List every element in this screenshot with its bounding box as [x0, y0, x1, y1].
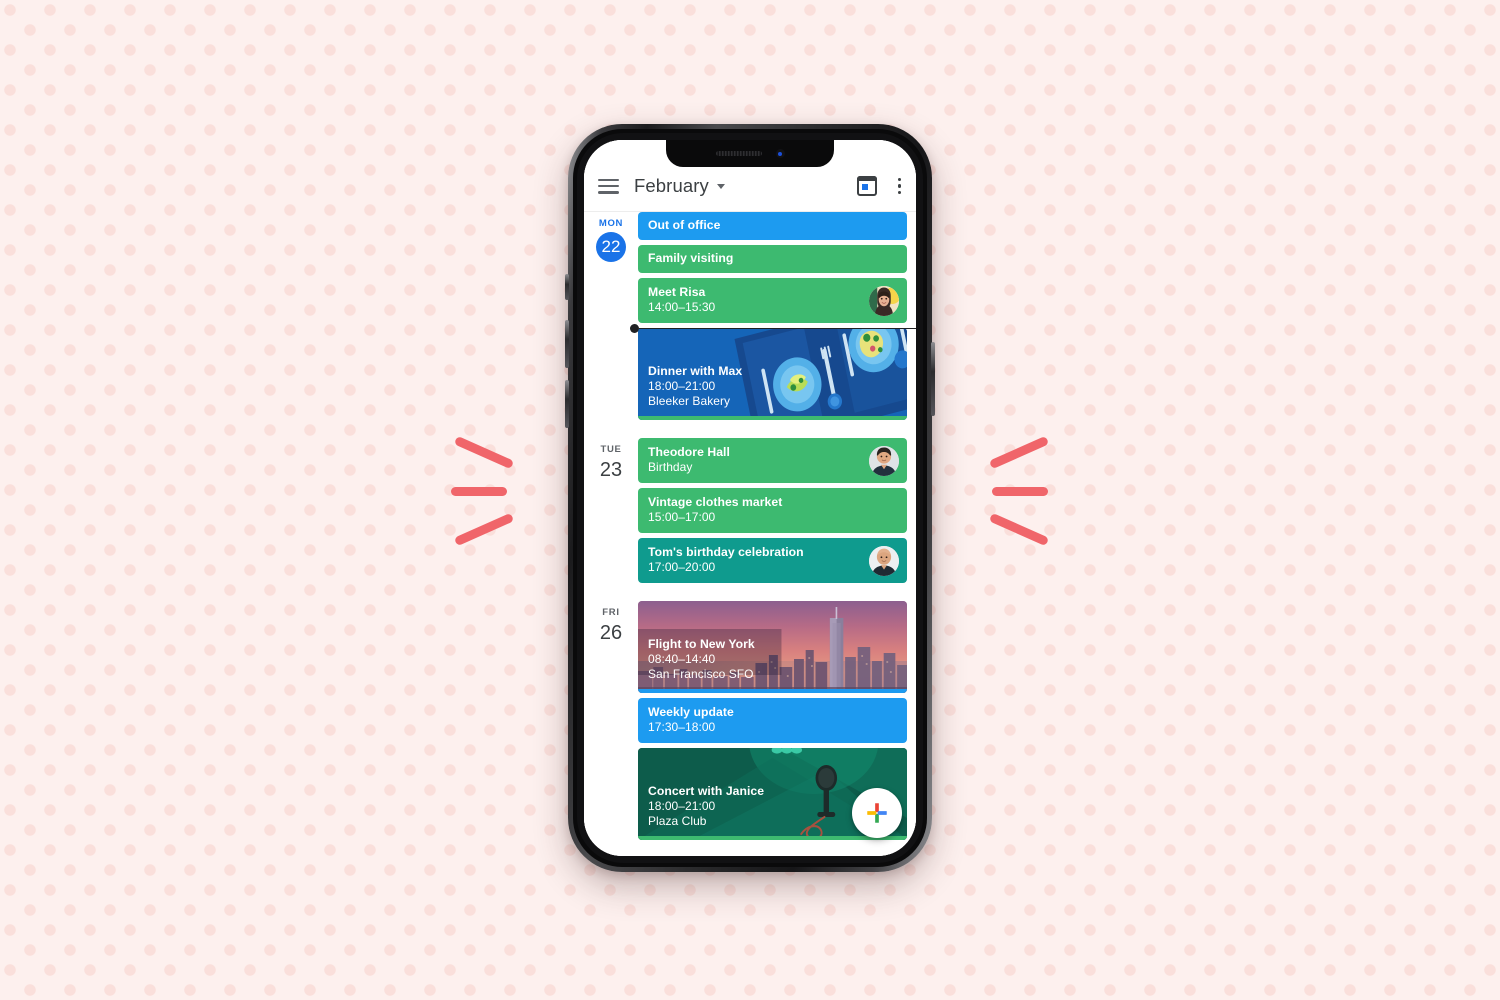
event-card[interactable]: Family visiting: [638, 245, 907, 273]
event-time: 14:00–15:30: [648, 300, 716, 314]
day-number-label: 23: [599, 459, 623, 481]
phone-notch: [666, 140, 834, 167]
day-number-label: 26: [599, 622, 623, 644]
day-events-continued: Dinner with Max 18:00–21:00 Bleeker Bakery: [638, 328, 916, 424]
decorative-speed-marks-right: [980, 435, 1070, 548]
volume-down-button[interactable]: [565, 380, 569, 428]
event-text: Concert with Janice 18:00–21:00 Plaza Club: [638, 777, 774, 840]
event-location: Plaza Club: [648, 814, 707, 828]
power-button[interactable]: [931, 342, 935, 416]
event-text: Theodore Hall Birthday: [638, 438, 907, 483]
hamburger-menu-icon[interactable]: [598, 178, 619, 194]
event-color-strip: [638, 416, 907, 420]
event-text: Weekly update 17:30–18:00: [638, 698, 907, 743]
event-title: Concert with Janice: [648, 784, 765, 798]
day-column[interactable]: FRI 26: [584, 601, 638, 844]
decorative-speed-marks-left: [447, 435, 537, 548]
event-time: 17:30–18:00: [648, 720, 716, 734]
speed-mark-line: [453, 512, 515, 547]
calendar-app: February MON 22 Out of office Family vis…: [584, 140, 916, 856]
day-group: TUE 23 Theodore Hall Birthday Vintage clo…: [584, 438, 916, 587]
bald-man-avatar: [869, 545, 899, 576]
volume-up-button[interactable]: [565, 320, 569, 368]
event-location: San Francisco SFO: [648, 667, 754, 681]
event-card[interactable]: Vintage clothes market 15:00–17:00: [638, 488, 907, 533]
chevron-down-icon[interactable]: [716, 183, 725, 189]
event-text: Vintage clothes market 15:00–17:00: [638, 488, 907, 533]
day-separator: [584, 587, 916, 601]
event-time: Birthday: [648, 460, 693, 474]
day-group: MON 22 Out of office Family visiting Mee…: [584, 212, 916, 327]
event-title: Theodore Hall: [648, 445, 730, 459]
day-of-week-label: TUE: [600, 444, 622, 455]
day-group-continued: Dinner with Max 18:00–21:00 Bleeker Bakery: [584, 328, 916, 424]
google-plus-create-icon: [867, 803, 887, 823]
day-column[interactable]: TUE 23: [584, 438, 638, 587]
event-title: Meet Risa: [648, 285, 706, 299]
day-separator: [584, 844, 916, 856]
event-text: Meet Risa 14:00–15:30: [638, 278, 907, 323]
day-events: Out of office Family visiting Meet Risa 1…: [638, 212, 916, 327]
event-card[interactable]: Out of office: [638, 212, 907, 240]
event-title: Weekly update: [648, 705, 734, 719]
event-location: Bleeker Bakery: [648, 394, 731, 408]
create-event-fab[interactable]: [852, 788, 902, 838]
mute-switch[interactable]: [565, 274, 569, 300]
event-card[interactable]: Flight to New York 08:40–14:40 San Francis…: [638, 601, 907, 693]
event-text: Tom's birthday celebration 17:00–20:00: [638, 538, 907, 583]
speed-mark-line: [992, 487, 1048, 496]
speed-mark-line: [988, 512, 1050, 547]
event-time: 15:00–17:00: [648, 510, 716, 524]
event-title: Out of office: [648, 218, 721, 232]
speed-mark-line: [988, 435, 1050, 470]
day-events: Theodore Hall Birthday Vintage clothes ma…: [638, 438, 916, 587]
event-text: Out of office: [638, 212, 907, 240]
event-card[interactable]: Dinner with Max 18:00–21:00 Bleeker Bakery: [638, 328, 907, 420]
day-separator: [584, 424, 916, 438]
event-text: Dinner with Max 18:00–21:00 Bleeker Bakery: [638, 357, 752, 420]
event-card[interactable]: Tom's birthday celebration 17:00–20:00: [638, 538, 907, 583]
phone-mockup: February MON 22 Out of office Family vis…: [565, 124, 935, 872]
page-title[interactable]: February: [634, 175, 709, 197]
event-title: Family visiting: [648, 251, 734, 265]
event-title: Tom's birthday celebration: [648, 545, 804, 559]
speed-mark-line: [453, 435, 515, 470]
event-color-strip: [638, 689, 907, 693]
event-title: Vintage clothes market: [648, 495, 783, 509]
day-of-week-label: FRI: [602, 607, 620, 618]
day-number-label: 22: [596, 232, 626, 262]
event-text: Flight to New York 08:40–14:40 San Francis…: [638, 630, 765, 693]
day-column-spacer: [584, 328, 638, 424]
more-vertical-icon[interactable]: [898, 177, 902, 195]
woman-avatar: [869, 285, 899, 316]
speed-mark-line: [451, 487, 507, 496]
event-color-strip: [638, 836, 907, 840]
event-time: 08:40–14:40: [648, 652, 716, 666]
event-time: 17:00–20:00: [648, 560, 716, 574]
event-card[interactable]: Meet Risa 14:00–15:30: [638, 278, 907, 323]
earpiece-speaker-icon: [715, 151, 762, 156]
calendar-today-icon[interactable]: [857, 176, 877, 196]
event-card[interactable]: Theodore Hall Birthday: [638, 438, 907, 483]
day-of-week-label: MON: [598, 218, 624, 229]
phone-screen: February MON 22 Out of office Family vis…: [584, 140, 916, 856]
event-time: 18:00–21:00: [648, 799, 716, 813]
agenda-list[interactable]: MON 22 Out of office Family visiting Mee…: [584, 212, 916, 856]
man-avatar: [869, 445, 899, 476]
front-camera-icon: [775, 149, 785, 158]
day-column[interactable]: MON 22: [584, 212, 638, 327]
event-time: 18:00–21:00: [648, 379, 716, 393]
event-text: Family visiting: [638, 245, 907, 273]
event-title: Dinner with Max: [648, 364, 743, 378]
event-card[interactable]: Weekly update 17:30–18:00: [638, 698, 907, 743]
event-title: Flight to New York: [648, 637, 755, 651]
